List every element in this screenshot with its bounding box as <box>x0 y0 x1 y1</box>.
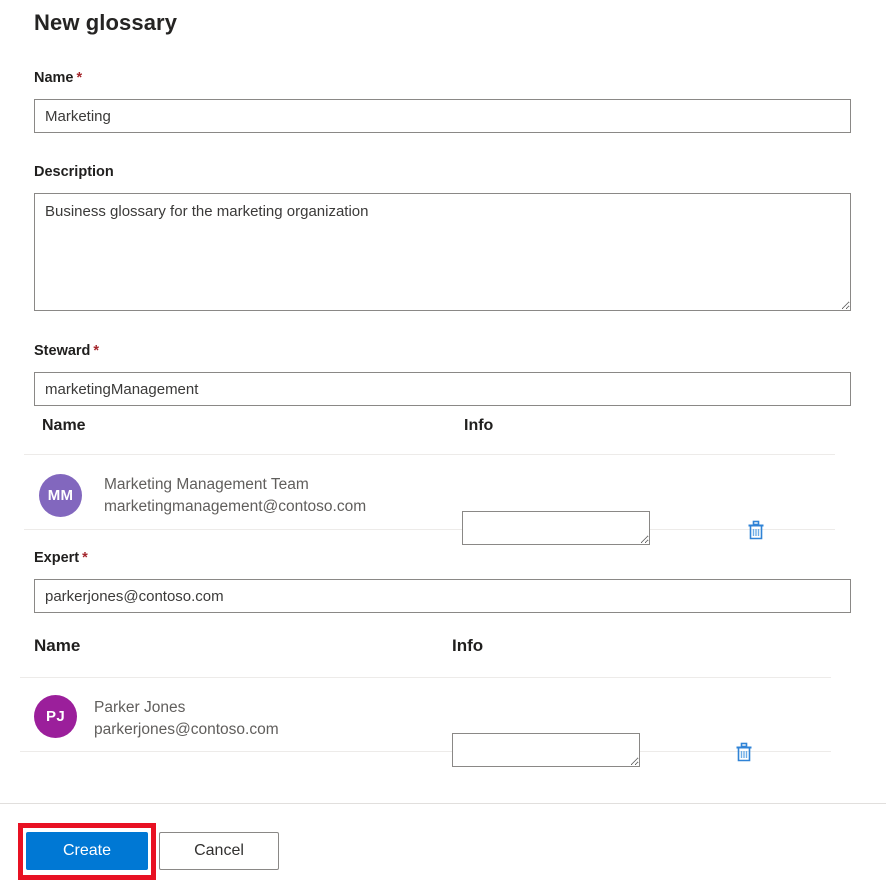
expert-delete-button[interactable] <box>732 740 756 764</box>
footer-divider <box>0 803 886 804</box>
steward-delete-button[interactable] <box>744 518 768 542</box>
steward-input[interactable] <box>34 372 851 406</box>
steward-person-info: Marketing Management Team marketingmanag… <box>104 474 366 518</box>
steward-column-name: Name <box>42 417 86 435</box>
expert-people-table: Name Info PJ Parker Jones parkerjones@co… <box>20 632 831 752</box>
avatar: PJ <box>34 695 77 738</box>
trash-icon <box>732 740 756 764</box>
expert-info-input[interactable] <box>452 733 640 767</box>
expert-field-label: Expert* <box>34 550 88 566</box>
person-name: Marketing Management Team <box>104 474 366 496</box>
expert-person-info: Parker Jones parkerjones@contoso.com <box>94 697 279 741</box>
person-email: marketingmanagement@contoso.com <box>104 496 366 518</box>
steward-field-label: Steward* <box>34 343 99 359</box>
steward-required-marker: * <box>93 343 99 359</box>
steward-column-info: Info <box>464 417 493 435</box>
name-input[interactable] <box>34 99 851 133</box>
person-name: Parker Jones <box>94 697 279 719</box>
steward-label-text: Steward <box>34 343 90 359</box>
trash-icon <box>744 518 768 542</box>
avatar: MM <box>39 474 82 517</box>
description-label-text: Description <box>34 164 114 180</box>
steward-info-input[interactable] <box>462 511 650 545</box>
name-field-label: Name* <box>34 70 82 86</box>
expert-label-text: Expert <box>34 550 79 566</box>
steward-people-table: Name Info MM Marketing Management Team m… <box>24 411 835 530</box>
table-row: MM Marketing Management Team marketingma… <box>24 455 835 530</box>
expert-column-info: Info <box>452 636 483 656</box>
expert-input[interactable] <box>34 579 851 613</box>
new-glossary-panel: New glossary Name* Description Steward* … <box>0 0 886 885</box>
description-field-label: Description <box>34 164 117 180</box>
steward-table-header: Name Info <box>24 411 835 455</box>
table-row: PJ Parker Jones parkerjones@contoso.com <box>20 678 831 752</box>
name-label-text: Name <box>34 70 74 86</box>
name-required-marker: * <box>77 70 83 86</box>
description-textarea[interactable] <box>34 193 851 311</box>
cancel-button[interactable]: Cancel <box>159 832 279 870</box>
page-title: New glossary <box>34 10 177 36</box>
expert-column-name: Name <box>34 636 80 656</box>
expert-table-header: Name Info <box>20 632 831 678</box>
expert-required-marker: * <box>82 550 88 566</box>
person-email: parkerjones@contoso.com <box>94 719 279 741</box>
create-button[interactable]: Create <box>26 832 148 870</box>
